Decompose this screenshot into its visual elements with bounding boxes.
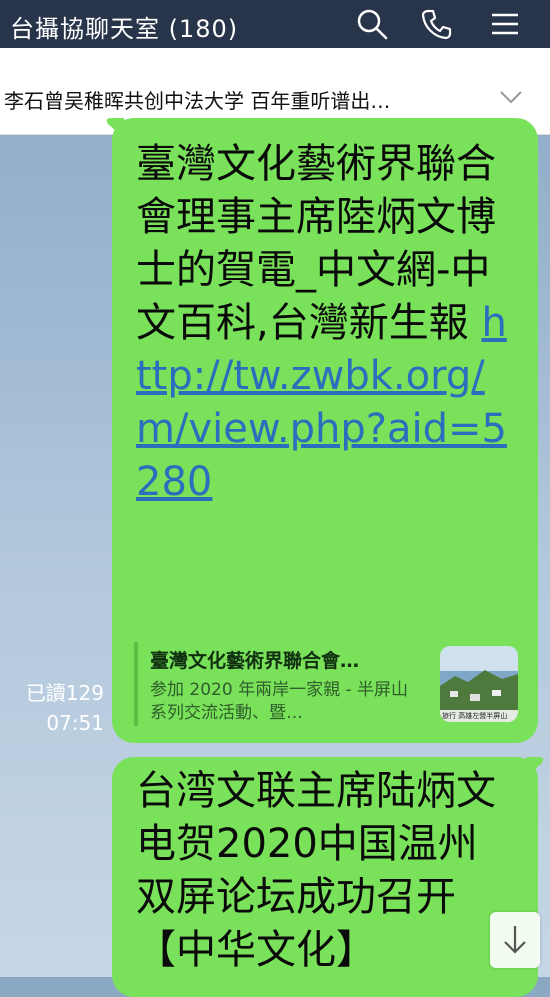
message-text: 台湾文联主席陆炳文电贺2020中国温州双屏论坛成功召开【中华文化】 xyxy=(136,765,516,977)
message-line: 臺灣文化藝術界聯 xyxy=(136,141,456,187)
thumbnail-caption: 旅行 高雄左營半屏山 xyxy=(440,710,518,722)
message-text: 臺灣文化藝術界聯合會理事主席陸炳文博士的賀電_中文網-中文百科,台灣新生報 ht… xyxy=(136,138,516,509)
menu-icon[interactable] xyxy=(488,7,522,41)
message-line: 台湾文联主席陆炳 xyxy=(136,768,456,814)
link-preview[interactable]: 臺灣文化藝術界聯合會… 参加 2020 年兩岸一家親 - 半屏山系列交流活動、暨… xyxy=(134,642,520,726)
preview-thumbnail: 旅行 高雄左營半屏山 xyxy=(440,646,518,722)
preview-description: 参加 2020 年兩岸一家親 - 半屏山系列交流活動、暨… xyxy=(150,680,409,723)
phone-icon[interactable] xyxy=(420,7,454,41)
preview-title: 臺灣文化藝術界聯合會… xyxy=(150,650,360,672)
chat-title: 台攝協聊天室 (180) xyxy=(10,15,239,43)
arrow-down-icon xyxy=(504,926,526,954)
message-bubble[interactable]: 台湾文联主席陆炳文电贺2020中国温州双屏论坛成功召开【中华文化】 xyxy=(112,757,544,997)
message-meta: 已讀129 07:51 xyxy=(10,678,104,738)
chat-header: 台攝協聊天室 (180) xyxy=(0,0,550,48)
bubble-tail xyxy=(526,757,544,777)
message-time: 07:51 xyxy=(46,711,104,735)
announcement-text: 李石曾吴稚晖共创中法大学 百年重听谱出… xyxy=(4,89,391,113)
scroll-to-bottom-button[interactable] xyxy=(490,912,540,968)
preview-accent-bar xyxy=(134,642,138,726)
chevron-down-icon[interactable] xyxy=(495,81,527,113)
read-count: 已讀129 xyxy=(25,681,104,705)
message-line: 灣新生報 xyxy=(308,300,482,346)
message-bubble[interactable]: 臺灣文化藝術界聯合會理事主席陸炳文博士的賀電_中文網-中文百科,台灣新生報 ht… xyxy=(106,118,538,743)
bubble-tail xyxy=(106,118,124,138)
search-icon[interactable] xyxy=(355,7,389,41)
